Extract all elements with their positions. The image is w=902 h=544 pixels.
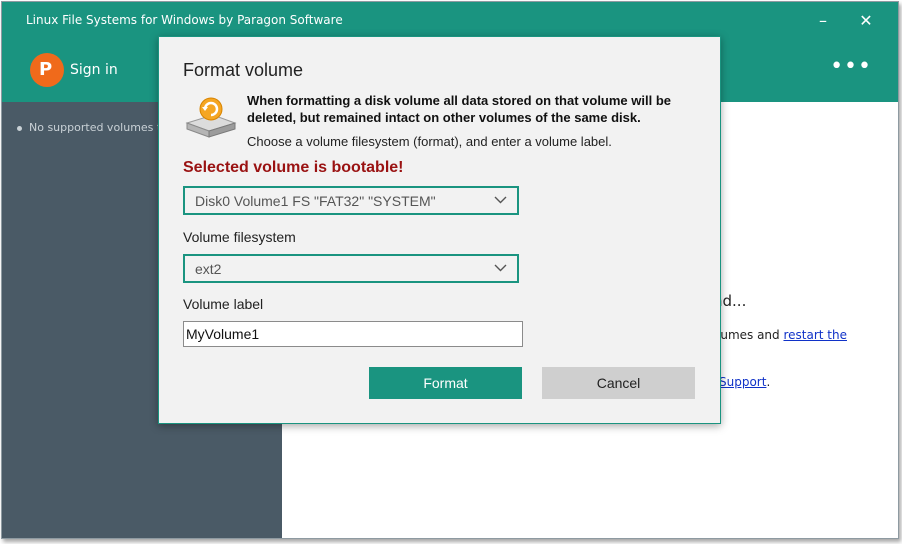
restart-link[interactable]: restart the (783, 328, 847, 342)
disk-format-icon (185, 97, 237, 138)
paragon-logo-icon: P (30, 53, 64, 87)
background-line-support: Support. (719, 375, 770, 389)
format-warning-text: When formatting a disk volume all data s… (247, 93, 672, 125)
logo-letter: P (39, 59, 53, 80)
chevron-down-icon (494, 264, 507, 272)
format-button[interactable]: Format (369, 367, 522, 399)
filesystem-label: Volume filesystem (183, 229, 296, 245)
sign-in-link[interactable]: Sign in (70, 62, 118, 78)
dialog-title: Format volume (183, 60, 304, 80)
title-bar: Linux File Systems for Windows by Parago… (2, 2, 898, 40)
background-line-suffix: . (766, 375, 771, 389)
format-instruction-text: Choose a volume filesystem (format), and… (247, 134, 612, 149)
minimize-button[interactable]: – (804, 2, 842, 40)
more-options-icon[interactable]: ••• (830, 54, 872, 79)
chevron-down-icon (494, 196, 507, 204)
format-volume-dialog: Format volume When formatting a disk vol… (158, 36, 721, 424)
bullet-icon (17, 125, 22, 131)
background-line-text: lumes and (717, 328, 784, 342)
bootable-warning: Selected volume is bootable! (183, 159, 404, 176)
volume-select[interactable]: Disk0 Volume1 FS "FAT32" "SYSTEM" (183, 186, 519, 215)
close-button[interactable]: ✕ (847, 2, 885, 40)
volume-select-value: Disk0 Volume1 FS "FAT32" "SYSTEM" (195, 193, 436, 209)
cancel-button[interactable]: Cancel (542, 367, 695, 399)
background-line-restart: lumes and restart the (717, 328, 847, 342)
sidebar-empty-message: No supported volumes to d (17, 121, 178, 134)
sidebar-empty-text: No supported volumes to d (29, 121, 179, 134)
window-title: Linux File Systems for Windows by Parago… (26, 13, 343, 27)
support-link[interactable]: Support (719, 375, 766, 389)
filesystem-select[interactable]: ext2 (183, 254, 519, 283)
volume-label-input[interactable] (183, 321, 523, 347)
volume-label-label: Volume label (183, 296, 264, 312)
filesystem-select-value: ext2 (195, 261, 222, 277)
